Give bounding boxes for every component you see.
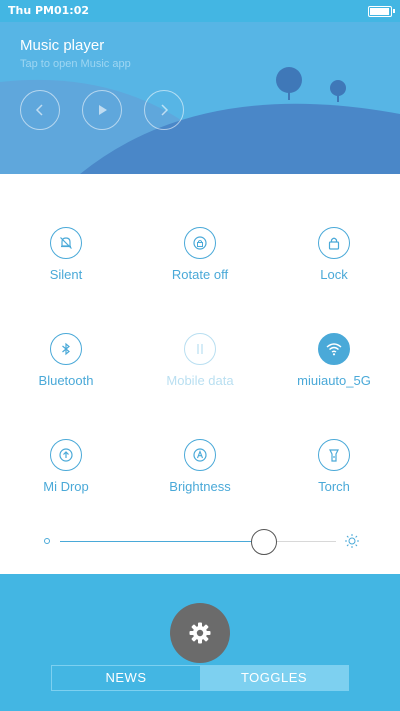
toggle-label: Mobile data xyxy=(166,373,234,388)
slider-fill xyxy=(60,541,265,542)
next-button[interactable] xyxy=(144,90,184,130)
toggle-circle xyxy=(184,439,216,471)
toggle-mobile-data[interactable]: Mobile data xyxy=(135,333,265,388)
toggle-label: Brightness xyxy=(169,479,231,494)
wifi-icon xyxy=(326,343,342,356)
chevron-right-icon xyxy=(161,104,169,116)
play-icon xyxy=(99,105,107,115)
toggle-circle xyxy=(50,439,82,471)
brightness-slider[interactable] xyxy=(40,528,360,556)
tab-toggles[interactable]: TOGGLES xyxy=(200,666,348,690)
flashlight-icon xyxy=(329,449,339,462)
toggle-circle xyxy=(318,439,350,471)
bluetooth-icon xyxy=(62,342,70,356)
dim-icon xyxy=(44,538,50,544)
toggle-label: Bluetooth xyxy=(38,373,94,388)
toggle-lock[interactable]: Lock xyxy=(269,227,399,282)
toggle-rotate[interactable]: Rotate off xyxy=(135,227,265,282)
rotate-lock-icon xyxy=(193,236,207,250)
music-player-card[interactable]: Music player Tap to open Music app xyxy=(0,22,400,174)
status-bar: Thu PM01:02 xyxy=(0,0,400,22)
status-time: Thu PM01:02 xyxy=(8,4,90,17)
toggle-label: miuiauto_5G xyxy=(297,373,371,388)
toggle-silent[interactable]: Silent xyxy=(1,227,131,282)
toggle-circle xyxy=(50,333,82,365)
toggle-circle xyxy=(318,333,350,365)
music-subtitle: Tap to open Music app xyxy=(20,58,131,70)
battery-level xyxy=(370,8,389,15)
slider-thumb[interactable] xyxy=(251,529,278,555)
toggle-circle xyxy=(184,227,216,259)
toggle-label: Silent xyxy=(49,267,83,282)
play-button[interactable] xyxy=(82,90,122,130)
toggle-brightness[interactable]: Brightness xyxy=(135,439,265,494)
brightness-auto-icon xyxy=(193,448,207,462)
toggle-label: Lock xyxy=(320,267,348,282)
settings-button[interactable] xyxy=(170,603,230,663)
toggle-bluetooth[interactable]: Bluetooth xyxy=(1,333,131,388)
battery-icon xyxy=(368,6,395,17)
toggle-label: Torch xyxy=(318,479,350,494)
toggle-torch[interactable]: Torch xyxy=(269,439,399,494)
tab-switcher: NEWS TOGGLES xyxy=(51,665,349,691)
previous-button[interactable] xyxy=(20,90,60,130)
music-title: Music player xyxy=(20,37,105,54)
mobile-data-icon xyxy=(197,344,203,354)
bottom-panel: NEWS TOGGLES xyxy=(0,574,400,711)
bell-off-icon xyxy=(60,237,72,249)
toggle-circle xyxy=(50,227,82,259)
tab-news[interactable]: NEWS xyxy=(52,666,200,690)
sun-icon xyxy=(345,534,359,548)
toggle-wifi[interactable]: miuiauto_5G xyxy=(269,333,399,388)
toggle-mi-drop[interactable]: Mi Drop xyxy=(1,439,131,494)
chevron-left-icon xyxy=(35,104,43,116)
lock-icon xyxy=(328,237,340,250)
toggle-circle xyxy=(318,227,350,259)
toggle-label: Mi Drop xyxy=(43,479,89,494)
toggle-circle xyxy=(184,333,216,365)
mi-drop-icon xyxy=(59,448,73,462)
gear-icon xyxy=(189,622,211,644)
toggle-label: Rotate off xyxy=(171,267,229,282)
